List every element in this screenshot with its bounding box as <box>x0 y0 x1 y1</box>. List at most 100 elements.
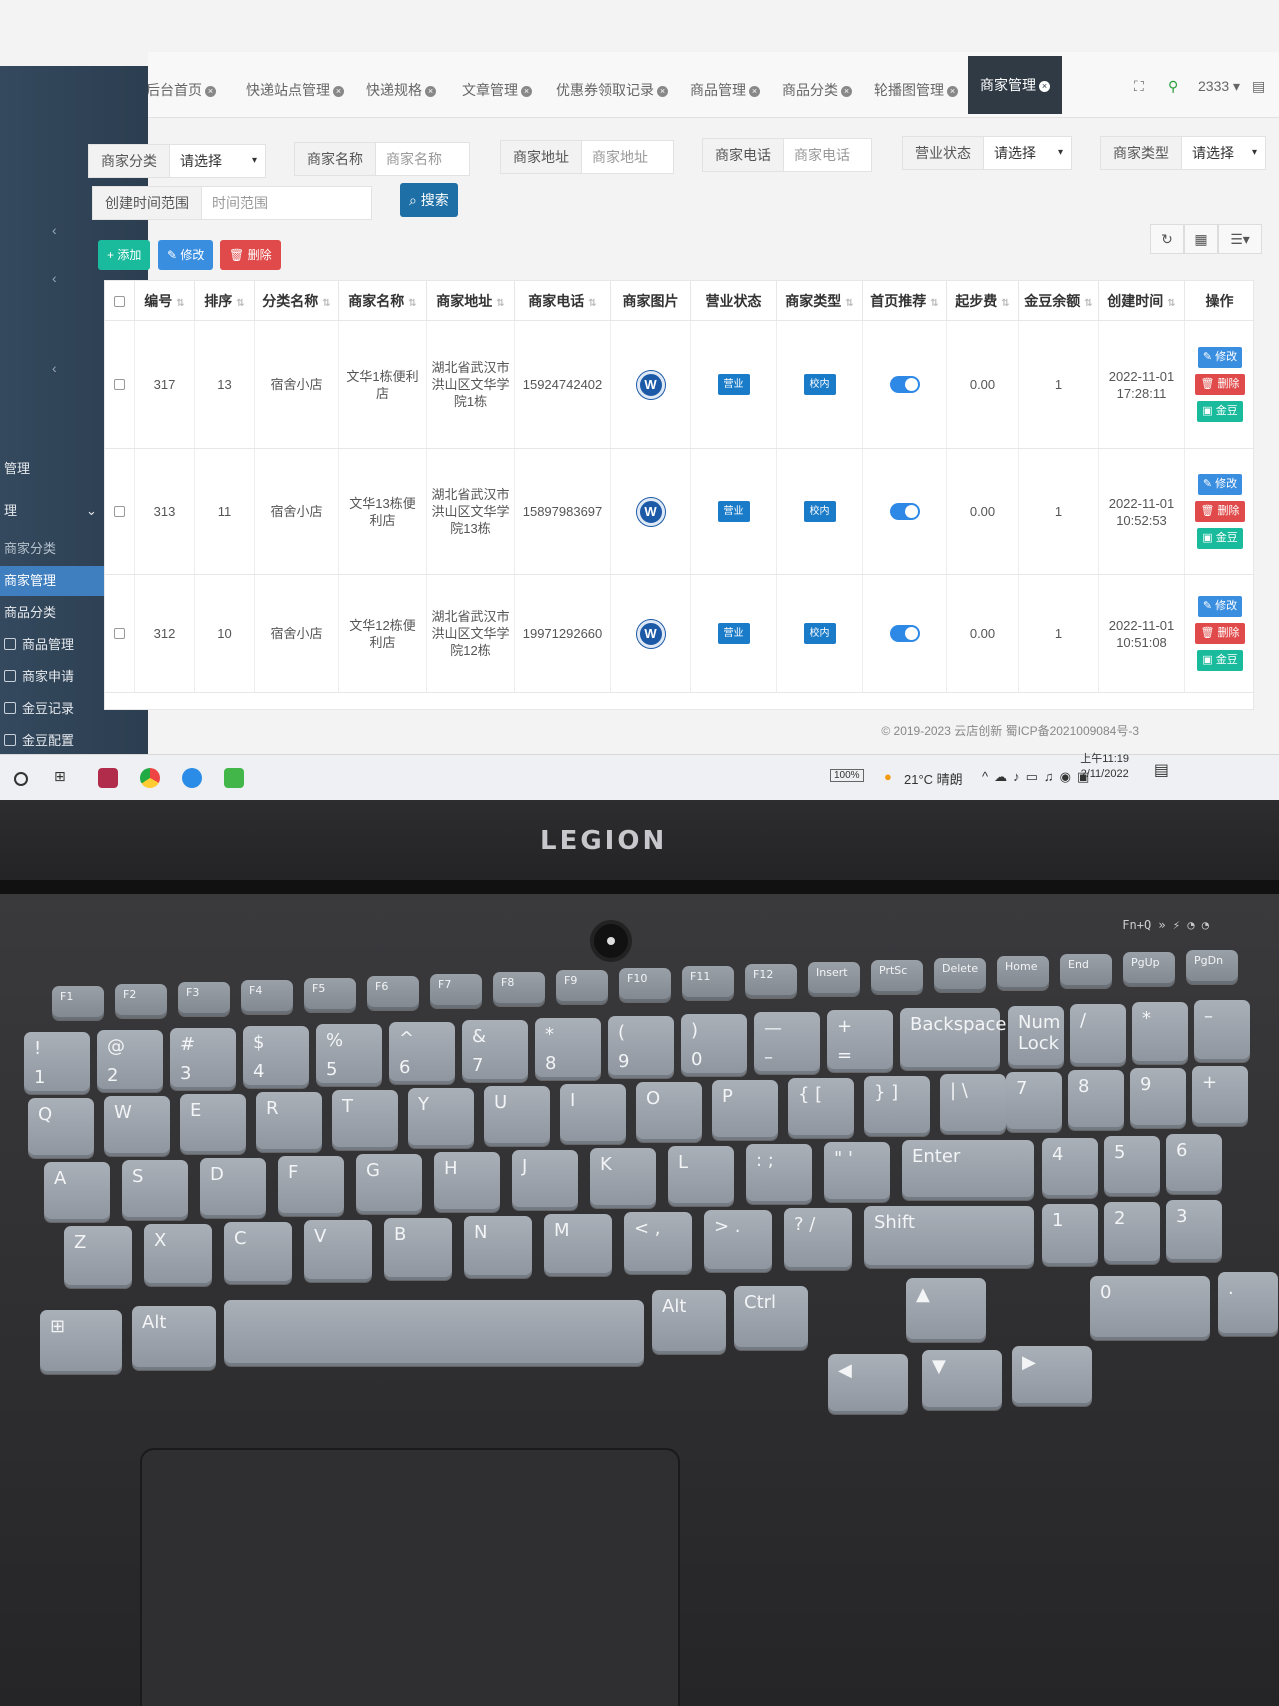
merchant-logo-icon[interactable]: W <box>636 497 665 526</box>
col-header[interactable]: 商家类型 ⇅ <box>777 281 863 321</box>
key[interactable]: F6 <box>367 976 419 1010</box>
key[interactable]: 1 <box>1042 1204 1098 1266</box>
cell-image[interactable]: W <box>611 575 691 692</box>
key[interactable]: Z <box>64 1226 132 1288</box>
fullscreen-icon[interactable]: ⛶ <box>1134 78 1144 95</box>
cell-image[interactable]: W <box>611 321 691 448</box>
key[interactable]: Alt <box>132 1306 216 1370</box>
key[interactable]: > . <box>704 1210 772 1272</box>
key[interactable]: Ctrl <box>734 1286 808 1350</box>
delete-button[interactable]: 🗑 删除 <box>220 240 281 270</box>
key[interactable]: ◀ <box>828 1354 908 1414</box>
key[interactable]: J <box>512 1150 578 1210</box>
key[interactable]: End <box>1060 954 1112 988</box>
key[interactable]: | \ <box>940 1074 1006 1134</box>
filter-name[interactable]: 商家名称 商家名称 <box>294 142 470 176</box>
col-header[interactable]: 编号 ⇅ <box>135 281 195 321</box>
recommend-toggle[interactable] <box>889 376 920 393</box>
close-icon[interactable]: × <box>841 86 852 97</box>
col-header[interactable]: 商家电话 ⇅ <box>515 281 611 321</box>
col-header[interactable]: 分类名称 ⇅ <box>255 281 339 321</box>
key[interactable]: < , <box>624 1212 692 1274</box>
key[interactable]: F5 <box>304 978 356 1012</box>
key[interactable]: / <box>1070 1004 1126 1066</box>
tab-home[interactable]: 后台首页 × <box>146 80 216 100</box>
key[interactable]: * <box>1132 1002 1188 1064</box>
key[interactable]: } ] <box>864 1076 930 1136</box>
key[interactable]: G <box>356 1154 422 1214</box>
col-header[interactable]: 排序 ⇅ <box>195 281 255 321</box>
settings-icon[interactable]: ▤ <box>1252 78 1265 95</box>
row-coin-button[interactable]: ▣ 金豆 <box>1197 528 1243 549</box>
close-icon[interactable]: × <box>947 86 958 97</box>
chrome-icon[interactable] <box>140 768 160 788</box>
key[interactable]: E <box>180 1094 246 1154</box>
key[interactable]: * 8 <box>535 1018 601 1080</box>
key[interactable]: M <box>544 1214 612 1276</box>
select-all-checkbox[interactable] <box>105 281 135 321</box>
sidebar-item-coin-config[interactable]: 金豆配置 <box>0 726 148 756</box>
row-edit-button[interactable]: ✎ 修改 <box>1197 474 1243 495</box>
taskbar-clock[interactable]: 上午11:19 2/11/2022 <box>1080 752 1129 782</box>
tab-express-sites[interactable]: 快递站点管理 × <box>246 80 344 100</box>
key[interactable]: F9 <box>556 970 608 1004</box>
date-range-input[interactable]: 时间范围 <box>202 187 371 219</box>
key[interactable]: Home <box>997 956 1049 990</box>
key[interactable]: K <box>590 1148 656 1208</box>
key[interactable]: ! 1 <box>24 1032 90 1094</box>
task-view-icon[interactable]: ⊞ <box>54 768 74 788</box>
tray-icons[interactable]: ^☁♪▭♫◉▣ <box>982 769 1095 785</box>
table-row[interactable]: 313 11 宿舍小店 文华13栋便利店 湖北省武汉市洪山区文华学院13栋 15… <box>105 449 1253 575</box>
trackpad[interactable] <box>140 1448 680 1706</box>
battery-indicator[interactable]: 100% <box>830 769 864 782</box>
name-input[interactable]: 商家名称 <box>376 143 469 175</box>
key[interactable]: W <box>104 1096 170 1156</box>
tab-articles[interactable]: 文章管理 × <box>462 80 532 100</box>
key[interactable]: @2 <box>97 1030 163 1092</box>
key[interactable]: Alt <box>652 1290 726 1354</box>
key[interactable]: 4 <box>1042 1138 1098 1198</box>
key[interactable]: { [ <box>788 1078 854 1138</box>
status-select[interactable]: 请选择 <box>984 137 1058 169</box>
filter-status[interactable]: 营业状态 请选择 ▾ <box>902 136 1072 170</box>
recommend-toggle[interactable] <box>889 503 920 520</box>
key[interactable]: Num Lock <box>1008 1006 1064 1068</box>
row-coin-button[interactable]: ▣ 金豆 <box>1197 401 1243 422</box>
tab-coupon-records[interactable]: 优惠券领取记录 × <box>556 80 668 100</box>
row-checkbox[interactable] <box>105 321 135 448</box>
close-icon[interactable]: × <box>333 86 344 97</box>
filter-phone[interactable]: 商家电话 商家电话 <box>702 138 872 172</box>
tab-product-categories[interactable]: 商品分类 × <box>782 80 852 100</box>
key[interactable]: F4 <box>241 980 293 1014</box>
key[interactable]: R <box>256 1092 322 1152</box>
filter-address[interactable]: 商家地址 商家地址 <box>500 140 674 174</box>
qq-browser-icon[interactable] <box>182 768 202 788</box>
power-button[interactable] <box>590 920 632 962</box>
key[interactable]: — – <box>754 1012 820 1074</box>
row-coin-button[interactable]: ▣ 金豆 <box>1197 650 1243 671</box>
key[interactable]: ▲ <box>906 1278 986 1342</box>
key[interactable]: Insert <box>808 962 860 996</box>
weather-text[interactable]: 21°C 晴朗 <box>904 769 963 788</box>
key[interactable]: #3 <box>170 1028 236 1090</box>
tab-carousel[interactable]: 轮播图管理 × <box>874 80 958 100</box>
key[interactable]: Delete <box>934 958 986 992</box>
category-select[interactable]: 请选择 <box>170 145 252 177</box>
refresh-icon[interactable]: ↻ <box>1150 224 1184 254</box>
toggle-view-icon[interactable]: ▦ <box>1184 224 1218 254</box>
key[interactable]: C <box>224 1222 292 1284</box>
address-input[interactable]: 商家地址 <box>582 141 673 173</box>
key[interactable]: O <box>636 1082 702 1142</box>
key[interactable]: N <box>464 1216 532 1278</box>
tab-express-specs[interactable]: 快递规格 × <box>366 80 436 100</box>
key[interactable]: F8 <box>493 972 545 1006</box>
col-header[interactable]: 商家地址 ⇅ <box>427 281 515 321</box>
key[interactable]: ▼ <box>922 1350 1002 1410</box>
key[interactable]: F2 <box>115 984 167 1018</box>
merchant-logo-icon[interactable]: W <box>636 370 665 399</box>
key[interactable]: F11 <box>682 966 734 1000</box>
key[interactable]: Y <box>408 1088 474 1148</box>
col-header[interactable]: 金豆余额 ⇅ <box>1019 281 1099 321</box>
key[interactable]: F <box>278 1156 344 1216</box>
row-delete-button[interactable]: 🗑 删除 <box>1195 623 1245 644</box>
